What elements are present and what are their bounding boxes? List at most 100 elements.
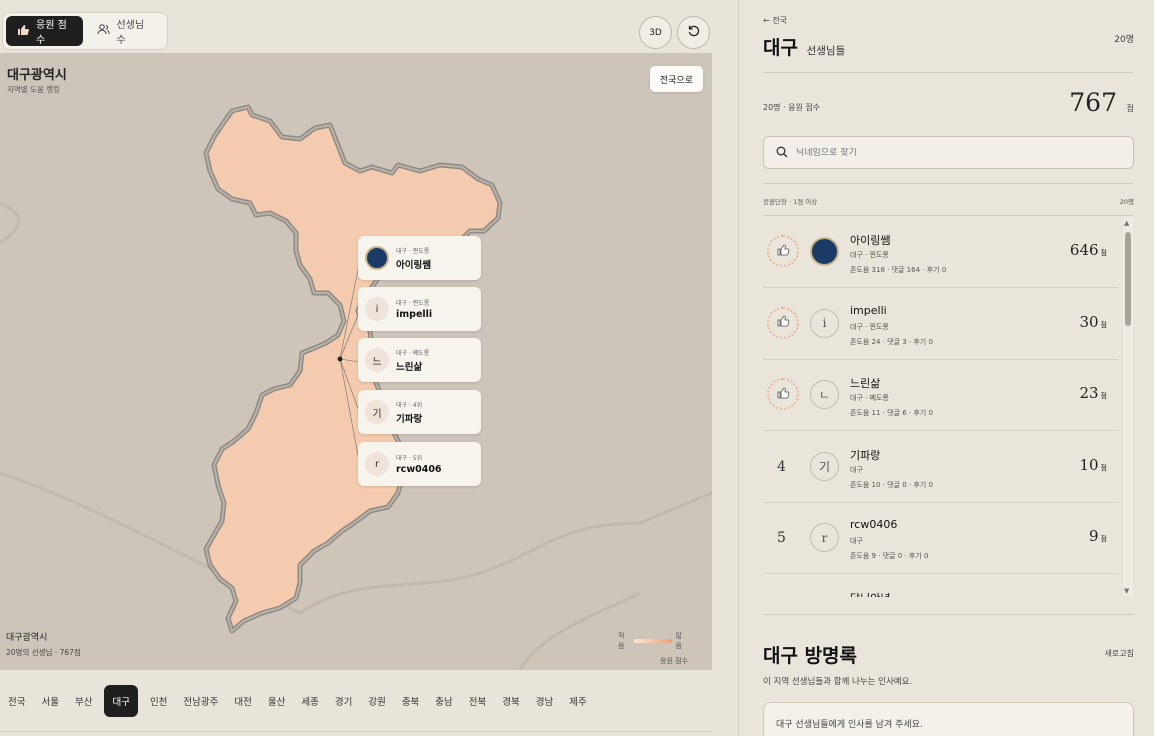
teachers-mode-label: 선생님 수 [116, 20, 145, 46]
score-number: 30 [1079, 312, 1099, 331]
teacher-score: 9점 [1089, 527, 1107, 545]
search-box[interactable] [763, 136, 1134, 169]
teacher-row[interactable]: 4 기 기파랑 대구 존도움 10 · 댓글 0 · 후기 0 10 점 [763, 432, 1119, 503]
3d-button[interactable]: 3D [639, 16, 672, 49]
region-tab[interactable]: 서울 [33, 685, 66, 717]
to-national-button[interactable]: 전국으로 [649, 66, 703, 92]
teacher-name: rcw0406 [850, 518, 898, 531]
region-tab[interactable]: 부산 [67, 685, 100, 717]
region-tab[interactable]: 경북 [494, 685, 527, 717]
region-tab[interactable]: 세종 [293, 685, 326, 717]
region-tab[interactable]: 전남광주 [175, 685, 226, 717]
search-icon [776, 143, 788, 162]
card-meta: 대구 · 쩨도롱 [396, 349, 430, 357]
teacher-row[interactable]: i impelli 대구 · 쩐도롱 존도움 24 · 댓글 3 · 후기 0 30 점 [763, 289, 1119, 360]
mode-toggle: 응원 점수 선생님 수 [2, 12, 168, 50]
card-name: 아이링쌤 [396, 259, 431, 271]
map-title: 대구광역시 [7, 68, 67, 83]
teacher-row[interactable]: 달님안녕 [763, 575, 1119, 598]
rank-number: 5 [777, 530, 786, 546]
card-meta: 대구 · 4위 [396, 401, 423, 409]
teacher-row[interactable]: ㄴ 느린삶 대구 · 쩨도롱 존도움 11 · 댓글 6 · 후기 0 23 점 [763, 360, 1119, 431]
teacher-stats: 존도움 11 · 댓글 6 · 후기 0 [850, 409, 933, 417]
map-section: 응원 점수 선생님 수 3D 대구광역시 지역별 도움 랭킹 전국으로 대구 ·… [0, 0, 712, 736]
scroll-up-icon[interactable]: ▲ [1124, 219, 1129, 227]
teacher-stats: 존도움 24 · 댓글 3 · 후기 0 [850, 337, 933, 346]
search-input[interactable] [796, 147, 1096, 158]
panel-title-sub: 선생님들 [806, 45, 846, 57]
list-scrollbar[interactable]: ▲ ▼ [1123, 218, 1133, 596]
map-rank-card[interactable]: 기 대구 · 4위 기파랑 [358, 390, 481, 434]
score-mode-label: 응원 점수 [36, 20, 67, 46]
avatar: r [365, 452, 389, 476]
score-label: 20명 · 응원 점수 [763, 103, 821, 112]
region-tab[interactable]: 강원 [360, 685, 393, 717]
guestbook-description: 이 지역 선생님들과 함께 나누는 인사예요. [763, 677, 913, 687]
region-tab[interactable]: 충북 [394, 685, 427, 717]
teacher-region: 대구 [850, 465, 863, 474]
teacher-region: 대구 · 쩐도롱 [850, 322, 889, 331]
map-legend: 적음 많음 응원 점수 [618, 631, 688, 666]
card-meta: 대구 · 5위 [396, 455, 423, 462]
guestbook-title: 대구 방명록 [763, 645, 858, 667]
score-unit: 점 [1126, 104, 1134, 113]
region-map[interactable]: 대구광역시 지역별 도움 랭킹 전국으로 대구 · 쩐도롱 아이링쌤 i 대구 … [0, 53, 712, 670]
score-unit: 점 [1100, 392, 1107, 400]
teacher-score: 23 점 [1079, 384, 1107, 402]
teachers-mode-button[interactable]: 선생님 수 [87, 16, 164, 46]
scroll-thumb[interactable] [1125, 232, 1131, 326]
thumbs-up-icon [776, 313, 790, 332]
teacher-name: impelli [850, 303, 887, 317]
score-number: 9 [1089, 527, 1099, 545]
avatar: 기 [810, 451, 839, 481]
region-tab[interactable]: 울산 [260, 685, 293, 717]
teacher-row[interactable]: 아이링쌤 대구 · 쩐도롱 존도움 318 · 댓글 164 · 후기 0 646 점 [763, 217, 1119, 288]
card-meta: 대구 · 쩐도롱 [396, 300, 430, 307]
divider [763, 215, 1134, 216]
region-tab[interactable]: 경남 [528, 685, 561, 717]
avatar [810, 237, 839, 266]
score-unit: 점 [1100, 463, 1107, 472]
divider [763, 72, 1134, 73]
teacher-score: 30 점 [1079, 313, 1107, 331]
teacher-name: 아이링쌤 [850, 234, 891, 247]
legend-high: 많음 [675, 632, 682, 650]
teacher-stats: 존도움 9 · 댓글 0 · 후기 0 [850, 552, 929, 560]
reset-view-button[interactable] [677, 16, 710, 49]
map-footer-stat: 20명의 선생님 · 767점 [6, 648, 81, 657]
teacher-region: 대구 · 쩨도롱 [850, 394, 889, 402]
region-tab[interactable]: 대구 [104, 685, 138, 717]
panel-title-region: 대구 [763, 37, 798, 59]
score-mode-button[interactable]: 응원 점수 [6, 16, 84, 46]
region-tab[interactable]: 제주 [561, 685, 594, 717]
guestbook-refresh-button[interactable]: 새로고침 [1105, 648, 1134, 659]
map-rank-card[interactable]: 대구 · 쩐도롱 아이링쌤 [358, 236, 481, 280]
panel-title: 대구 선생님들 [763, 33, 845, 60]
region-tab[interactable]: 인천 [142, 685, 175, 717]
region-tabs: 전국 서울 부산 대구 인천 전남광주 대전 울산 세종 경기 강원 충북 충남 전북 경북 경남 제주 [0, 684, 712, 718]
score-unit: 점 [1100, 320, 1107, 329]
teacher-stats: 존도움 10 · 댓글 0 · 후기 0 [850, 480, 933, 489]
teacher-row[interactable]: 5 r rcw0406 대구 존도움 9 · 댓글 0 · 후기 0 9점 [763, 503, 1119, 574]
divider [763, 183, 1134, 184]
map-rank-card[interactable]: 느 대구 · 쩨도롱 느린삶 [358, 338, 481, 382]
thumbs-up-icon [776, 385, 790, 404]
scroll-down-icon[interactable]: ▼ [1124, 587, 1129, 595]
teacher-name: 달님안녕 [850, 590, 890, 598]
legend-gradient [633, 639, 673, 643]
divider [0, 731, 712, 732]
teacher-region: 대구 · 쩐도롱 [850, 251, 889, 259]
map-rank-card[interactable]: r 대구 · 5위 rcw0406 [358, 442, 481, 486]
region-tab[interactable]: 충남 [427, 685, 460, 717]
guestbook-input[interactable]: 대구 선생님들에게 인사를 남겨 주세요. [763, 702, 1134, 736]
teacher-list[interactable]: 아이링쌤 대구 · 쩐도롱 존도움 318 · 댓글 164 · 후기 0 646 점 i… [763, 217, 1134, 597]
top-rank-badge [767, 235, 799, 267]
map-rank-card[interactable]: i 대구 · 쩐도롱 impelli [358, 287, 481, 331]
region-tab[interactable]: 대전 [226, 685, 259, 717]
region-tab[interactable]: 전국 [0, 685, 33, 717]
region-tab[interactable]: 경기 [327, 685, 360, 717]
region-tab[interactable]: 전북 [461, 685, 494, 717]
list-header-count: 20명 [1119, 198, 1134, 206]
back-to-national-link[interactable]: ← 전국 [763, 15, 787, 26]
avatar: ㄴ [810, 380, 839, 409]
